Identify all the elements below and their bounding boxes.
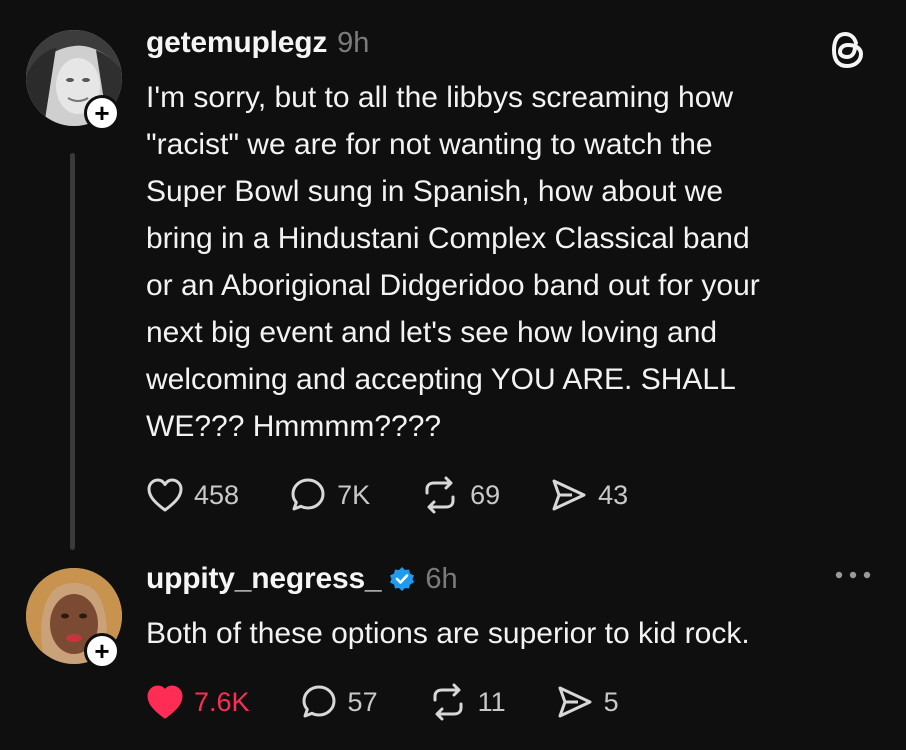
repost-count: 11 (477, 686, 506, 717)
share-count: 5 (603, 686, 619, 717)
post-header: uppity_negress_ 6h (146, 562, 458, 596)
verified-badge-icon (389, 566, 415, 592)
reply-count: 57 (347, 686, 378, 717)
comment-bubble-icon (300, 683, 338, 721)
timestamp: 6h (425, 562, 458, 595)
like-count: 7.6K (194, 686, 250, 717)
share-button[interactable]: 5 (556, 684, 619, 720)
reply-button[interactable]: 57 (300, 683, 378, 721)
action-bar: 7.6K 57 11 5 (146, 683, 669, 721)
post-2: + uppity_negress_ 6h Both of these optio… (0, 0, 906, 750)
send-icon (556, 684, 594, 720)
username[interactable]: uppity_negress_ (146, 562, 382, 596)
repost-icon (428, 683, 468, 721)
heart-icon (146, 684, 184, 720)
follow-plus-icon[interactable]: + (84, 633, 120, 669)
post-text: Both of these options are superior to ki… (146, 617, 750, 650)
repost-button[interactable]: 11 (428, 683, 506, 721)
like-button[interactable]: 7.6K (146, 684, 250, 720)
more-icon[interactable] (833, 568, 873, 586)
